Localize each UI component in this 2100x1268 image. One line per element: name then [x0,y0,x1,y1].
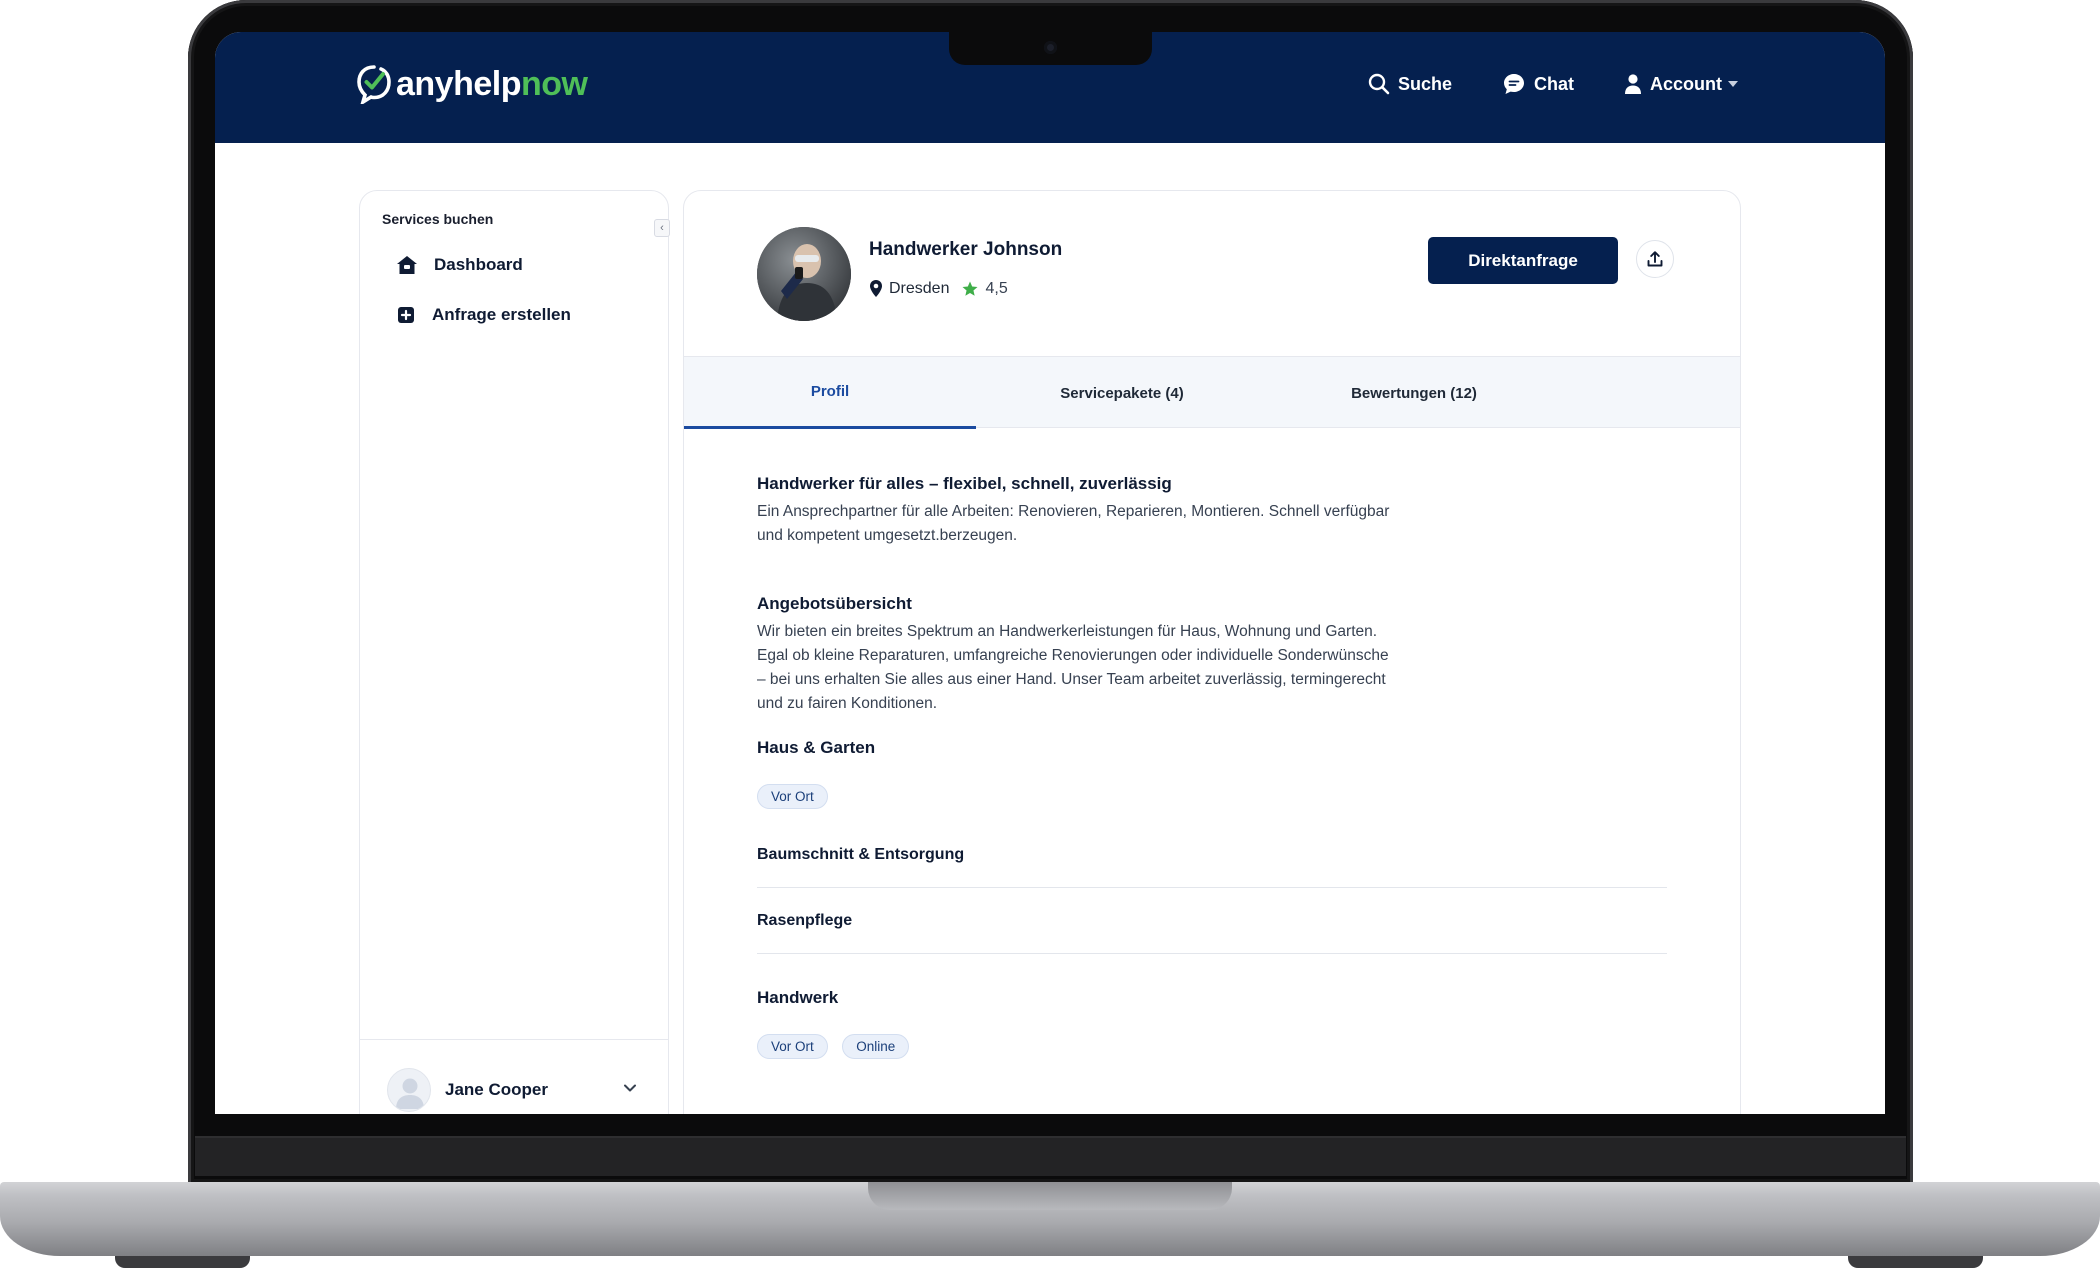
profile-tabs: Profil Servicepakete (4) Bewertungen (12… [684,356,1740,429]
nav-search-label: Suche [1397,73,1452,94]
share-button[interactable] [1636,240,1674,278]
service-row[interactable]: Rasenpflege [757,888,1667,954]
category-tags: Vor Ort [757,784,838,809]
main-nav: Suche Chat Account [1318,72,1738,96]
sidebar-item-dashboard[interactable]: Dashboard [396,255,523,275]
overview-text: Wir bieten ein breites Spektrum an Handw… [757,620,1487,716]
logo-text: anyhelpnow [396,64,588,103]
chevron-down-icon[interactable] [622,1082,638,1094]
provider-rating: 4,5 [985,279,1008,297]
profile-photo [757,227,851,321]
laptop-foot-right [1848,1256,1983,1268]
overview-line: Wir bieten ein breites Spektrum an Handw… [757,623,1378,640]
user-icon [1625,74,1641,94]
sidebar-collapse-button[interactable]: ‹ [654,219,670,237]
overview-title: Angebotsübersicht [757,594,912,613]
star-icon [962,281,978,296]
avatar [387,1068,431,1112]
provider-meta: Dresden 4,5 [869,279,1008,298]
laptop-bezel-strip [195,1136,1906,1176]
logo-check-icon [357,65,391,104]
sidebar-title: Services buchen [382,211,494,227]
profile-intro: Ein Ansprechpartner für alle Arbeiten: R… [757,500,1487,548]
screen: anyhelpnow Suche Chat Account Services b… [215,32,1885,1114]
plus-square-icon [398,307,414,323]
nav-chat-label: Chat [1534,73,1574,94]
tag-badge: Online [842,1034,910,1059]
chevron-left-icon: ‹ [660,222,664,234]
overview-line: und zu fairen Konditionen. [757,695,938,712]
sidebar-item-label: Anfrage erstellen [432,305,571,324]
category-title: Handwerk [757,988,839,1007]
camera-notch [949,32,1152,65]
camera-icon [1044,41,1057,54]
laptop-base-notch [868,1182,1232,1210]
sidebar: Services buchen ‹ Dashboard Anfrage erst… [359,190,670,1114]
intro-line: Ein Ansprechpartner für alle Arbeiten: R… [757,503,1390,520]
intro-line: und kompetent umgesetzt.berzeugen. [757,527,1018,544]
nav-search[interactable]: Suche [1368,73,1452,95]
provider-name: Handwerker Johnson [869,239,1063,260]
overview-line: Egal ob kleine Reparaturen, umfangreiche… [757,647,1389,664]
tag-badge: Vor Ort [757,784,828,809]
service-row[interactable]: Baumschnitt & Entsorgung [757,822,1667,888]
direct-request-button[interactable]: Direktanfrage [1428,237,1618,284]
nav-account[interactable]: Account [1624,73,1738,95]
category-title: Haus & Garten [757,738,876,757]
service-name: Baumschnitt & Entsorgung [757,845,965,863]
home-icon [397,256,417,274]
logo[interactable]: anyhelpnow [356,64,588,104]
tag-badge: Vor Ort [757,1034,828,1059]
category-tags: Vor Ort Online [757,1034,919,1059]
user-name: Jane Cooper [445,1080,548,1099]
user-menu[interactable]: Jane Cooper [360,1039,668,1114]
nav-chat[interactable]: Chat [1502,72,1574,96]
tab-profil[interactable]: Profil [684,357,976,429]
sidebar-item-label: Dashboard [434,255,523,274]
sidebar-item-create-request[interactable]: Anfrage erstellen [396,305,571,325]
user-placeholder-icon [396,1078,424,1109]
profile-headline: Handwerker für alles – flexibel, schnell… [757,474,1172,493]
overview-line: – bei uns erhalten Sie alles aus einer H… [757,671,1386,688]
service-name: Rasenpflege [757,911,853,929]
profile-panel: Handwerker Johnson Dresden 4,5 Direktanf… [683,190,1741,1114]
provider-location: Dresden [889,279,950,297]
chat-bubble-icon [1504,74,1524,94]
tab-bewertungen[interactable]: Bewertungen (12) [1268,357,1560,429]
search-icon [1368,73,1390,95]
share-upload-icon [1647,251,1663,267]
chevron-down-icon [1728,81,1738,87]
tab-servicepakete[interactable]: Servicepakete (4) [976,357,1268,429]
nav-account-label: Account [1650,73,1722,94]
service-list: Baumschnitt & Entsorgung Rasenpflege [757,822,1667,954]
profile-photo-image [757,227,851,321]
laptop-foot-left [115,1256,250,1268]
location-pin-icon [870,280,882,297]
